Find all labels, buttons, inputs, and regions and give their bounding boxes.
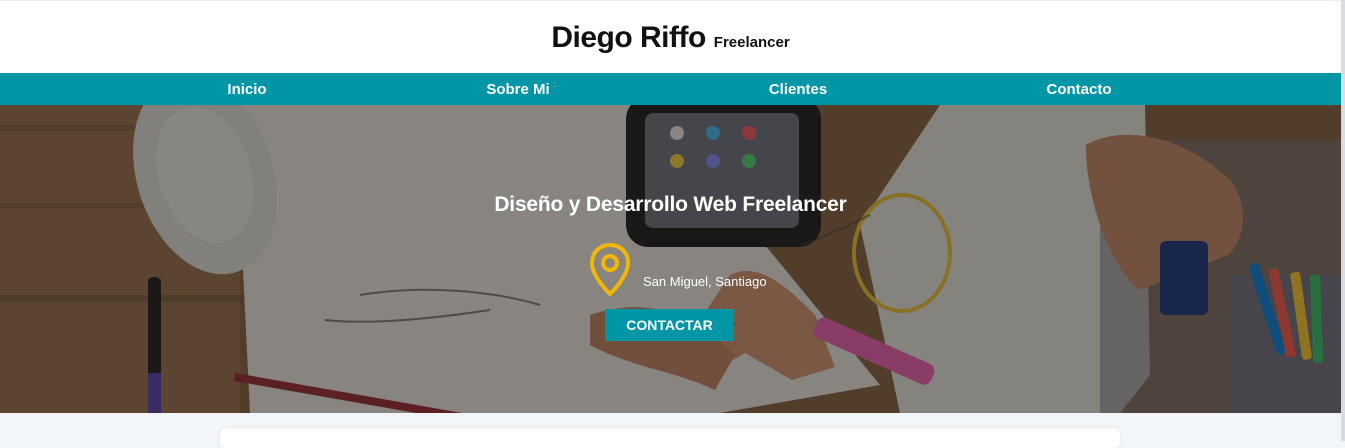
site-header: Diego Riffo Freelancer [0, 0, 1341, 73]
scrollbar[interactable] [1341, 0, 1345, 441]
nav-item-inicio[interactable]: Inicio [227, 73, 266, 105]
content-card [220, 428, 1120, 448]
hero-title: Diseño y Desarrollo Web Freelancer [494, 193, 847, 216]
site-title: Diego Riffo [551, 20, 706, 54]
hero-content: Diseño y Desarrollo Web Freelancer San M… [0, 105, 1341, 413]
location-pin-icon [590, 243, 630, 296]
nav-item-sobre-mi[interactable]: Sobre Mi [486, 73, 549, 105]
hero-section: Diseño y Desarrollo Web Freelancer San M… [0, 105, 1341, 413]
main-nav: Inicio Sobre Mi Clientes Contacto [0, 73, 1341, 105]
nav-item-clientes[interactable]: Clientes [769, 73, 827, 105]
location-text: San Miguel, Santiago [643, 274, 767, 289]
site-subtitle: Freelancer [713, 33, 790, 51]
contact-button[interactable]: CONTACTAR [605, 309, 734, 341]
nav-item-contacto[interactable]: Contacto [1047, 73, 1112, 105]
